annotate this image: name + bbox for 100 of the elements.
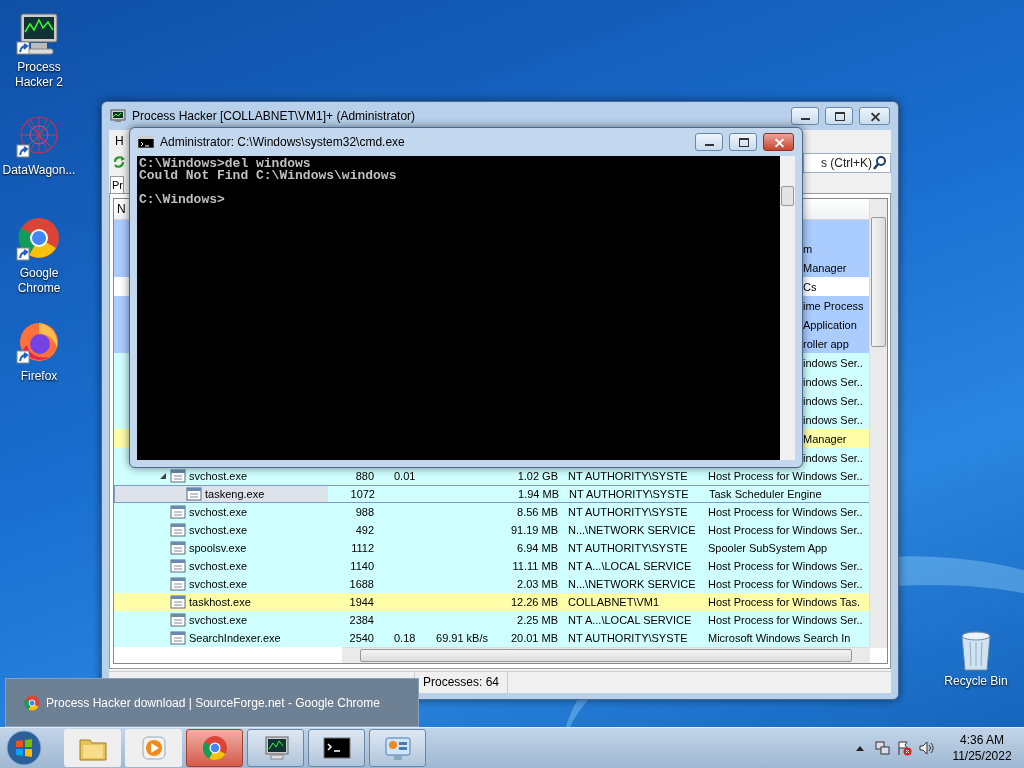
start-button[interactable]	[6, 730, 42, 766]
clock-time: 4:36 AM	[960, 732, 1004, 748]
table-cell-text: Host Process for Windows Ser..	[707, 578, 864, 590]
process-name: SearchIndexer.exe	[189, 632, 281, 644]
table-cell-text: NT A...\LOCAL SERVICE	[567, 614, 693, 626]
close-button[interactable]	[859, 107, 890, 125]
vertical-scrollbar[interactable]	[780, 156, 795, 460]
table-row[interactable]: taskhost.exe 1944 12.26 MB COLLABNET\VM1 Host Process for Windows Tas.	[114, 593, 872, 611]
table-cell-text: 20.01 MB	[509, 632, 559, 644]
network-icon[interactable]	[874, 740, 890, 756]
table-row[interactable]: svchost.exe 988 8.56 MB NT AUTHORITY\SYSTE Host Process for Windows Ser..	[114, 503, 872, 521]
maximize-button[interactable]	[729, 133, 757, 151]
process-name: taskeng.exe	[205, 488, 265, 500]
table-cell-text: 880	[354, 470, 375, 482]
table-cell-text: 0.18	[393, 632, 417, 644]
table-row[interactable]: SearchIndexer.exe 2540 0.18 69.91 kB/s 20.01 MB NT AUTHORITY\SYSTE Microsoft Windows Search In	[114, 629, 872, 647]
window-icon	[170, 469, 186, 483]
icon-label[interactable]: Firefox	[1, 369, 77, 384]
chrome-icon	[24, 694, 40, 711]
table-cell-text: Task Scheduler Engine	[708, 488, 823, 500]
scroll-thumb[interactable]	[360, 649, 852, 662]
window-title: Administrator: C:\Windows\system32\cmd.exe	[160, 135, 406, 149]
process-name: svchost.exe	[189, 524, 248, 536]
console-line: Could Not Find C:\Windows\windows	[139, 170, 398, 182]
process-name: svchost.exe	[189, 470, 248, 482]
table-cell-text: 91.19 MB	[509, 524, 559, 536]
table-cell-text: Spooler SubSystem App	[707, 542, 829, 554]
speaker-icon[interactable]	[918, 740, 934, 756]
table-cell-text: 1.02 GB	[516, 470, 559, 482]
maximize-button[interactable]	[825, 107, 853, 125]
table-cell-text: 8.56 MB	[516, 506, 559, 518]
collapse-icon[interactable]	[158, 471, 168, 481]
scroll-thumb[interactable]	[781, 186, 794, 206]
table-cell-text: 0.01	[393, 470, 417, 482]
table-cell-text: 1.94 MB	[517, 488, 560, 500]
icon-label[interactable]: Recycle Bin	[938, 674, 1014, 689]
terminal-icon	[138, 136, 154, 148]
table-cell-text: 2.03 MB	[516, 578, 559, 590]
taskbar-button[interactable]	[308, 729, 365, 767]
refresh-icon[interactable]	[112, 155, 126, 169]
table-cell-text: 69.91 kB/s	[435, 632, 489, 644]
menu-item[interactable]: H	[115, 133, 124, 148]
table-cell-text: N...\NETWORK SERVICE	[567, 524, 697, 536]
window-icon	[170, 505, 186, 519]
search-field[interactable]: s (Ctrl+K)	[803, 153, 891, 173]
process-name: svchost.exe	[189, 614, 248, 626]
table-cell-text: 492	[354, 524, 375, 536]
table-cell-text: 12.26 MB	[509, 596, 559, 608]
tab[interactable]: Pr	[110, 176, 124, 193]
console-prompt: C:\Windows>	[139, 194, 226, 206]
table-cell-text: NT AUTHORITY\SYSTE	[568, 488, 690, 500]
table-cell-text: Host Process for Windows Ser..	[707, 560, 864, 572]
table-row[interactable]: spoolsv.exe 1112 6.94 MB NT AUTHORITY\SYSTE Spooler SubSystem App	[114, 539, 872, 557]
clock-date: 11/25/2022	[952, 748, 1012, 764]
table-row[interactable]: svchost.exe 1140 11.11 MB NT A...\LOCAL SERVICE Host Process for Windows Ser..	[114, 557, 872, 575]
process-name: taskhost.exe	[189, 596, 251, 608]
icon-label[interactable]: Process Hacker 2	[1, 60, 77, 90]
minimize-button[interactable]	[695, 133, 723, 151]
clock[interactable]: 4:36 AM 11/25/2022	[948, 732, 1016, 764]
flag-icon[interactable]	[896, 740, 912, 756]
minimize-button[interactable]	[791, 107, 819, 125]
table-cell-text: NT AUTHORITY\SYSTE	[567, 506, 689, 518]
preview-title: Process Hacker download | SourceForge.net - Google Chrome	[46, 695, 380, 710]
table-row[interactable]: svchost.exe 1688 2.03 MB N...\NETWORK SERVICE Host Process for Windows Ser..	[114, 575, 872, 593]
table-cell-text: 2384	[348, 614, 375, 626]
taskbar-button[interactable]	[247, 729, 304, 767]
control-panel-icon	[382, 734, 413, 762]
table-row[interactable]: svchost.exe 880 0.01 1.02 GB NT AUTHORITY\SYSTE Host Process for Windows Ser..	[114, 467, 872, 485]
process-name: svchost.exe	[189, 578, 248, 590]
window-icon	[170, 613, 186, 627]
table-cell-text: 1140	[349, 560, 375, 572]
process-name: spoolsv.exe	[189, 542, 247, 554]
column-header[interactable]: N	[117, 202, 126, 216]
table-cell-text: NT AUTHORITY\SYSTE	[567, 542, 689, 554]
table-cell-text: N...\NETWORK SERVICE	[567, 578, 697, 590]
table-cell-text: 1944	[348, 596, 375, 608]
table-row[interactable]: taskeng.exe 1072 1.94 MB NT AUTHORITY\SYSTE Task Scheduler Engine	[114, 485, 872, 503]
window-icon	[170, 541, 186, 555]
window-preview[interactable]: Process Hacker download | SourceForge.net - Google Chrome	[5, 678, 419, 727]
scroll-thumb[interactable]	[871, 217, 886, 347]
icon-label[interactable]: DataWagon...	[1, 163, 77, 178]
table-cell-text: Microsoft Windows Search In	[707, 632, 852, 644]
table-cell-text: 6.94 MB	[516, 542, 559, 554]
window-icon	[170, 559, 186, 573]
table-cell-text: NT AUTHORITY\SYSTE	[567, 470, 689, 482]
window-icon	[170, 577, 186, 591]
close-button[interactable]	[763, 133, 794, 151]
table-cell-text: COLLABNET\VM1	[567, 596, 661, 608]
table-cell-text: Host Process for Windows Ser..	[707, 614, 864, 626]
table-row[interactable]: svchost.exe 2384 2.25 MB NT A...\LOCAL SERVICE Host Process for Windows Ser..	[114, 611, 872, 629]
horizontal-scrollbar[interactable]	[342, 647, 870, 663]
table-cell-text: Host Process for Windows Ser..	[707, 506, 864, 518]
icon-label[interactable]: Google Chrome	[1, 266, 77, 296]
process-name: svchost.exe	[189, 560, 248, 572]
window-icon	[170, 523, 186, 537]
table-row[interactable]: svchost.exe 492 91.19 MB N...\NETWORK SERVICE Host Process for Windows Ser..	[114, 521, 872, 539]
console-line: C:\Windows>del windows	[139, 158, 311, 170]
vertical-scrollbar[interactable]	[869, 199, 887, 648]
table-cell-text: 1072	[349, 488, 376, 500]
search-icon[interactable]	[872, 155, 888, 171]
